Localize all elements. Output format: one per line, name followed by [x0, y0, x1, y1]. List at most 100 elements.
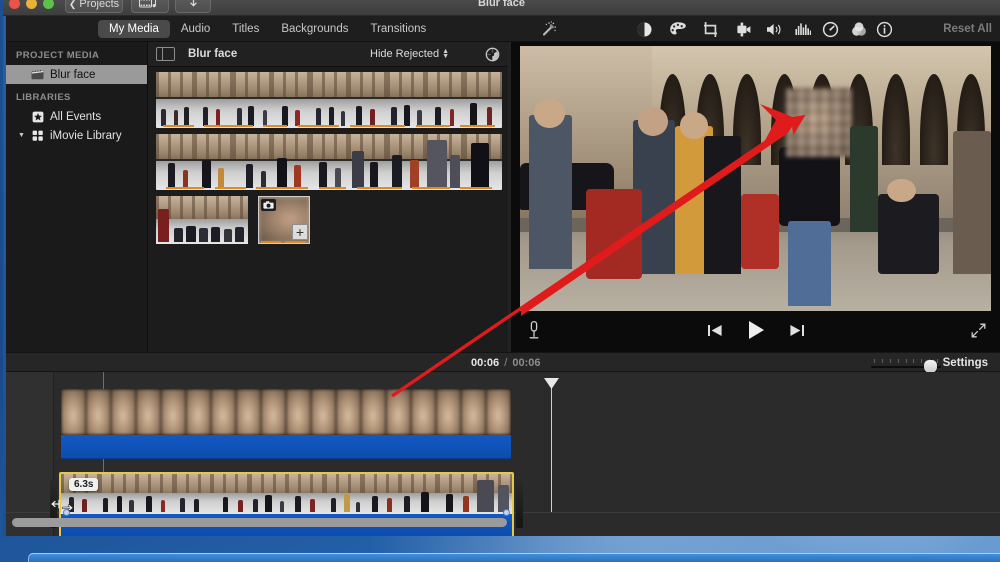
filmstrip-frame — [348, 72, 386, 128]
scene-person-head — [680, 112, 708, 139]
section-label-project-media: PROJECT MEDIA — [6, 42, 147, 65]
reset-all-button[interactable]: Reset All — [943, 16, 992, 42]
clip-duration-badge: 6.3s — [69, 478, 98, 491]
timecode-row: 00:06 / 00:06 Settings — [6, 352, 1000, 372]
event-photo-thumbnail[interactable]: + — [258, 196, 310, 244]
timecode-separator: / — [502, 357, 509, 369]
clip-audio-band — [61, 435, 511, 459]
speed-icon[interactable] — [821, 20, 840, 39]
filters-icon[interactable] — [849, 20, 868, 39]
timeline[interactable]: 6.3s — [6, 372, 1000, 536]
tab-titles[interactable]: Titles — [221, 20, 270, 38]
horizontal-scrollbar[interactable] — [12, 518, 507, 527]
audio-waveform-bar — [259, 240, 309, 243]
browser-title: Blur face — [188, 48, 237, 60]
media-tabs: My Media Audio Titles Backgrounds Transi… — [98, 16, 437, 42]
browser-header-bar: Blur face Hide Rejected ▲▼ — [148, 42, 508, 67]
filmstrip-frame — [348, 134, 386, 190]
stabilization-icon[interactable] — [734, 20, 753, 39]
timecode-display: 00:06 / 00:06 — [471, 353, 540, 373]
filmstrip-frame — [310, 72, 348, 128]
audio-volume-handle[interactable] — [503, 509, 510, 516]
clip-frame — [437, 474, 475, 514]
tab-transitions[interactable]: Transitions — [359, 20, 437, 38]
chevron-down-icon[interactable]: ▼ — [18, 132, 25, 139]
sidebar-item-label: iMovie Library — [50, 130, 122, 142]
inspector-tool-buttons: Reset All — [521, 16, 1000, 42]
scene-person — [953, 131, 991, 274]
clip-frame — [99, 474, 137, 514]
filmstrip-frame — [233, 72, 271, 128]
imovie-window: ❮ Projects — [3, 0, 1000, 536]
fullscreen-button[interactable] — [970, 322, 988, 340]
filmstrip-frame — [425, 72, 463, 128]
playhead-triangle[interactable] — [544, 378, 559, 389]
media-browser: Blur face Hide Rejected ▲▼ — [148, 42, 508, 352]
sidebar-item-imovie-library[interactable]: ▼ iMovie Library — [6, 126, 147, 145]
clip-frame — [474, 474, 512, 514]
scene-person-head — [534, 99, 565, 128]
skip-to-end-button[interactable] — [789, 323, 805, 343]
noise-reduction-icon[interactable] — [793, 20, 812, 39]
timecode-current: 00:06 — [471, 357, 499, 369]
filmstrip-frame — [233, 134, 271, 190]
library-grid-icon — [31, 129, 44, 142]
clip-frame — [286, 474, 324, 514]
table-row[interactable] — [156, 72, 502, 128]
audio-volume-handle[interactable] — [63, 509, 70, 516]
clip-frame — [249, 474, 287, 514]
tab-backgrounds[interactable]: Backgrounds — [270, 20, 359, 38]
star-badge-icon — [31, 110, 44, 123]
sidebar-toggle-icon[interactable] — [156, 47, 175, 61]
event-clip-thumbnail[interactable] — [156, 196, 248, 244]
filmstrip-container: + — [156, 72, 502, 244]
clip-thumbnail-strip — [61, 474, 512, 514]
scene-arch — [882, 74, 910, 165]
clip-frame — [399, 474, 437, 514]
filmstrip-frame — [464, 134, 502, 190]
toolbar-row: My Media Audio Titles Backgrounds Transi… — [6, 16, 1000, 42]
photo-clip-blurred-face[interactable] — [61, 389, 511, 459]
auto-enhance-icon[interactable] — [539, 20, 558, 39]
skip-to-start-button[interactable] — [707, 323, 723, 343]
clapperboard-icon — [31, 68, 44, 81]
gear-icon[interactable] — [485, 47, 500, 62]
filmstrip-frame — [156, 72, 194, 128]
stepper-arrows-icon[interactable]: ▲▼ — [442, 49, 449, 59]
window-titlebar: ❮ Projects — [3, 0, 1000, 16]
plus-icon[interactable]: + — [292, 224, 308, 240]
audio-waveform-bar — [156, 124, 502, 128]
sidebar-item-blur-face[interactable]: Blur face — [6, 65, 147, 84]
scene-subject-jeans — [788, 221, 830, 306]
color-correction-icon[interactable] — [668, 20, 687, 39]
filmstrip-frame — [387, 134, 425, 190]
filmstrip-frame — [310, 134, 348, 190]
volume-icon[interactable] — [765, 20, 784, 39]
play-button[interactable] — [745, 319, 767, 346]
clip-thumbnail-strip — [61, 389, 511, 435]
section-label-libraries: LIBRARIES — [6, 84, 147, 107]
hide-rejected-dropdown[interactable]: Hide Rejected ▲▼ — [370, 48, 449, 60]
scene-red-coat — [586, 189, 643, 279]
filmstrip-frame — [271, 134, 309, 190]
tab-my-media[interactable]: My Media — [98, 20, 170, 38]
sidebar-item-label: Blur face — [50, 69, 95, 81]
crop-icon[interactable] — [701, 20, 720, 39]
filmstrip-frame — [194, 134, 232, 190]
settings-button[interactable]: Settings — [943, 353, 988, 373]
clip-frame — [174, 474, 212, 514]
timecode-total: 00:06 — [512, 357, 540, 369]
tab-audio[interactable]: Audio — [170, 20, 221, 38]
info-icon[interactable] — [875, 20, 894, 39]
table-row[interactable] — [156, 134, 502, 190]
filmstrip-frame — [425, 134, 463, 190]
timeline-zoom-slider[interactable] — [868, 356, 944, 371]
timeline-playhead-line[interactable] — [551, 386, 552, 512]
player-controls-bar — [511, 312, 1000, 352]
sidebar-item-all-events[interactable]: All Events — [6, 107, 147, 126]
trim-handle-right[interactable] — [516, 480, 523, 528]
window-title: Blur face — [3, 0, 1000, 11]
color-balance-icon[interactable] — [635, 20, 654, 39]
video-preview-canvas[interactable] — [520, 46, 991, 311]
scene-person — [529, 115, 571, 269]
